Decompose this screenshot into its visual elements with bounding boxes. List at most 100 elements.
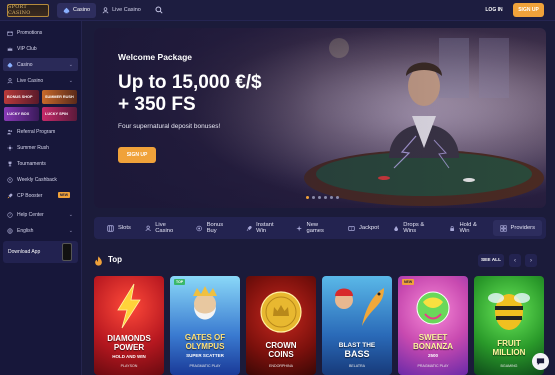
chevron-down-icon[interactable]: ⌄ <box>69 62 73 68</box>
tab-live-casino[interactable]: Live Casino <box>96 3 147 18</box>
crown-icon <box>7 46 13 51</box>
game-title-line-2: BASS <box>344 349 370 359</box>
category-label: Instant Win <box>256 222 274 234</box>
sidebar-item-label: VIP Club <box>17 45 37 52</box>
hero-headline-line-1: Up to 15,000 €/$ <box>118 72 262 93</box>
category-bonus-buy[interactable]: Bonus Buy <box>189 217 238 239</box>
sidebar-item-label: Live Casino <box>17 77 44 84</box>
game-card[interactable]: BLAST THE BASS BELATRA <box>322 276 392 375</box>
sidebar-item-referral-program[interactable]: Referral Program <box>3 125 78 138</box>
candy-art <box>416 291 450 325</box>
tab-casino[interactable]: Casino <box>57 2 97 18</box>
sidebar-item-cp-booster[interactable]: CP Booster NEW <box>3 189 78 202</box>
language-selector[interactable]: English ⌄ <box>3 224 78 237</box>
category-label: Jackpot <box>359 225 379 231</box>
dealer-icon <box>102 6 109 13</box>
game-provider: ENDORPHINA <box>269 364 293 368</box>
grid-icon <box>499 224 507 232</box>
chat-button[interactable] <box>532 353 549 370</box>
game-provider: PRAGMATIC PLAY <box>417 364 449 368</box>
sidebar-item-weekly-cashback[interactable]: Weekly Cashback <box>3 173 78 186</box>
sidebar-item-label: Weekly Cashback <box>17 176 57 183</box>
download-app-label: Download App <box>8 249 41 255</box>
game-provider: BELATRA <box>348 364 366 368</box>
category-providers[interactable]: Providers <box>492 220 543 236</box>
games-row: DIAMONDS POWER HOLD AND WIN PLAYSON TOP … <box>94 276 549 375</box>
game-title-line-2: OLYMPUS <box>185 342 225 351</box>
chevron-down-icon[interactable]: ⌄ <box>69 78 73 84</box>
svg-text:?: ? <box>9 213 11 217</box>
sun-icon <box>7 144 13 151</box>
game-card[interactable]: NEW SWEET BONANZA 2500 PRAGMATIC PLAY <box>398 276 468 375</box>
flame-icon <box>95 256 102 266</box>
sidebar-item-vip-club[interactable]: VIP Club <box>3 42 78 55</box>
game-subtitle: SUPER SCATTER <box>186 353 224 358</box>
sidebar-item-label: Help Center <box>17 211 44 218</box>
carousel-dot[interactable] <box>312 196 315 199</box>
category-label: Slots <box>118 225 131 231</box>
sidebar-item-casino[interactable]: Casino ⌄ <box>3 58 78 71</box>
game-title-line-1: CROWN <box>265 341 297 350</box>
promo-lucky-spin[interactable]: LUCKY SPIN <box>42 107 77 121</box>
site-logo[interactable]: SPORT CASINO <box>7 3 49 17</box>
spade-icon <box>7 62 13 67</box>
see-all-button[interactable]: SEE ALL <box>478 254 504 267</box>
game-card[interactable]: CROWN COINS ENDORPHINA <box>246 276 316 375</box>
hold-icon <box>450 225 455 231</box>
chevron-down-icon[interactable]: ⌄ <box>69 228 73 234</box>
category-jackpot[interactable]: 7 Jackpot <box>341 217 386 239</box>
hero-subtitle: Four supernatural deposit bonuses! <box>118 123 221 130</box>
dealer-icon <box>7 77 13 83</box>
sidebar-item-help-center[interactable]: ? Help Center ⌄ <box>3 208 78 221</box>
carousel-dot[interactable] <box>306 196 309 199</box>
search-icon <box>155 6 163 14</box>
category-label: Providers <box>510 225 536 231</box>
sidebar-item-live-casino[interactable]: Live Casino ⌄ <box>3 74 78 87</box>
promo-label: LUCKY BOX <box>7 112 30 116</box>
sidebar-item-summer-rush[interactable]: Summer Rush <box>3 141 78 154</box>
sidebar-item-promotions[interactable]: Promotions <box>3 26 78 39</box>
download-app-button[interactable]: Download App <box>3 241 78 263</box>
globe-icon <box>7 227 13 234</box>
hero-banner[interactable]: Welcome Package Up to 15,000 €/$ + 350 F… <box>94 28 546 208</box>
jackpot-icon: 7 <box>348 225 355 231</box>
game-card[interactable]: DIAMONDS POWER HOLD AND WIN PLAYSON <box>94 276 164 375</box>
search-button[interactable] <box>153 4 165 16</box>
game-title-line-1: DIAMONDS <box>107 334 151 343</box>
game-provider: PRAGMATIC PLAY <box>189 364 221 368</box>
top-badge: TOP <box>174 279 186 285</box>
trophy-icon <box>8 161 12 166</box>
carousel-dot[interactable] <box>324 196 327 199</box>
sidebar-item-label: CP Booster <box>17 192 43 199</box>
carousel-dot[interactable] <box>330 196 333 199</box>
promo-summer-rush[interactable]: SUMMER RUSH <box>42 90 77 104</box>
game-title-line-1: GATES OF <box>184 333 226 342</box>
language-label: English <box>17 227 34 234</box>
carousel-dot[interactable] <box>318 196 321 199</box>
chevron-down-icon[interactable]: ⌄ <box>69 212 73 218</box>
sidebar-item-tournaments[interactable]: Tournaments <box>3 157 78 170</box>
promo-bonus-shop[interactable]: BONUS SHOP <box>4 90 39 104</box>
prev-button[interactable]: ‹ <box>509 254 521 267</box>
carousel-dot[interactable] <box>336 196 339 199</box>
game-card[interactable]: TOP GATES OF OLYMPUS SUPER SCATTER PRAGM… <box>170 276 240 375</box>
category-drops-and-wins[interactable]: Drops & Wins <box>386 217 442 239</box>
rocket-icon <box>7 193 13 198</box>
category-label: Drops & Wins <box>403 222 425 234</box>
promo-label: BONUS SHOP <box>7 95 33 99</box>
login-button[interactable]: LOG IN <box>480 4 508 16</box>
signup-button[interactable]: SIGN UP <box>513 3 544 17</box>
category-new-games[interactable]: New games <box>289 217 341 239</box>
promo-label: LUCKY SPIN <box>45 112 68 116</box>
sidebar-item-label: Summer Rush <box>17 144 49 151</box>
category-hold-and-win[interactable]: Hold & Win <box>442 217 492 239</box>
promo-lucky-box[interactable]: LUCKY BOX <box>4 107 39 121</box>
coin-icon <box>196 225 203 231</box>
category-live-casino[interactable]: Live Casino <box>138 217 190 239</box>
next-button[interactable]: › <box>525 254 537 267</box>
game-title-line-2: POWER <box>113 343 145 352</box>
hero-signup-button[interactable]: SIGN UP <box>118 147 156 163</box>
category-slots[interactable]: Slots <box>100 217 138 239</box>
game-title-line-2: COINS <box>268 350 294 359</box>
category-instant-win[interactable]: Instant Win <box>239 217 289 239</box>
